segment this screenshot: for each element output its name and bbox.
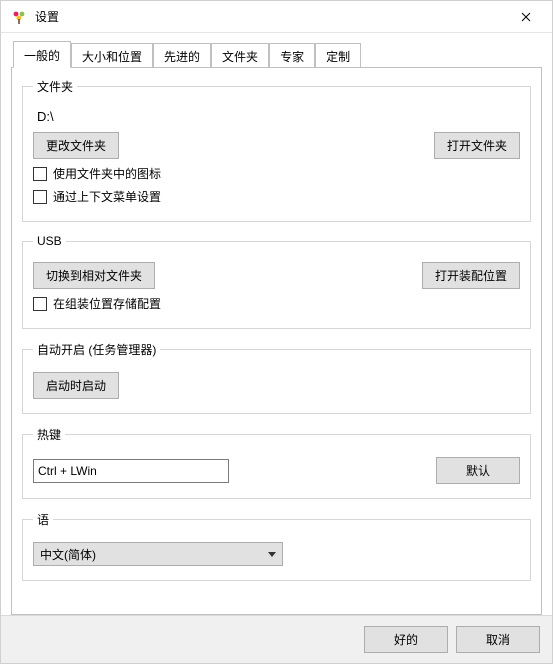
tab-folders[interactable]: 文件夹 [211,43,269,68]
titlebar: 设置 [1,1,552,33]
tab-panel-general: 文件夹 D:\ 更改文件夹 打开文件夹 使用文件夹中的图标 通过上下文菜单设置 … [11,67,542,615]
dialog-footer: 好的 取消 [1,615,552,663]
group-language-legend: 语 [33,511,53,528]
checkbox-context-menu-settings[interactable]: 通过上下文菜单设置 [33,188,520,205]
folder-path: D:\ [37,109,520,124]
app-icon [11,9,27,25]
cancel-button[interactable]: 取消 [456,626,540,653]
checkbox-label: 通过上下文菜单设置 [53,188,161,205]
ok-button[interactable]: 好的 [364,626,448,653]
checkbox-store-config-assembly[interactable]: 在组装位置存储配置 [33,295,520,312]
tab-expert[interactable]: 专家 [269,43,315,68]
open-folder-button[interactable]: 打开文件夹 [434,132,520,159]
checkbox-label: 使用文件夹中的图标 [53,165,161,182]
group-language: 语 中文(简体) [22,511,531,581]
checkbox-label: 在组装位置存储配置 [53,295,161,312]
group-usb-legend: USB [33,234,66,248]
group-autostart: 自动开启 (任务管理器) 启动时启动 [22,341,531,414]
open-assembly-location-button[interactable]: 打开装配位置 [422,262,520,289]
group-hotkey-legend: 热键 [33,426,65,443]
autostart-button[interactable]: 启动时启动 [33,372,119,399]
checkbox-use-folder-icons[interactable]: 使用文件夹中的图标 [33,165,520,182]
checkbox-box [33,167,47,181]
change-folder-button[interactable]: 更改文件夹 [33,132,119,159]
settings-window: 设置 一般的 大小和位置 先进的 文件夹 专家 定制 文件夹 D:\ 更改文件夹… [0,0,553,664]
close-button[interactable] [504,1,548,32]
group-hotkey: 热键 默认 [22,426,531,499]
tab-customize[interactable]: 定制 [315,43,361,68]
language-select[interactable]: 中文(简体) [33,542,283,566]
group-autostart-legend: 自动开启 (任务管理器) [33,341,160,358]
client-area: 一般的 大小和位置 先进的 文件夹 专家 定制 文件夹 D:\ 更改文件夹 打开… [1,33,552,663]
tab-advanced[interactable]: 先进的 [153,43,211,68]
window-title: 设置 [35,8,59,25]
tab-size-position[interactable]: 大小和位置 [71,43,153,68]
checkbox-box [33,190,47,204]
switch-relative-folder-button[interactable]: 切换到相对文件夹 [33,262,155,289]
tab-general[interactable]: 一般的 [13,41,71,68]
hotkey-input[interactable] [33,459,229,483]
language-select-value: 中文(简体) [40,546,96,563]
group-folders: 文件夹 D:\ 更改文件夹 打开文件夹 使用文件夹中的图标 通过上下文菜单设置 [22,78,531,222]
group-folders-legend: 文件夹 [33,78,77,95]
chevron-down-icon [268,549,276,560]
tabstrip: 一般的 大小和位置 先进的 文件夹 专家 定制 [11,43,542,67]
hotkey-default-button[interactable]: 默认 [436,457,520,484]
checkbox-box [33,297,47,311]
group-usb: USB 切换到相对文件夹 打开装配位置 在组装位置存储配置 [22,234,531,329]
